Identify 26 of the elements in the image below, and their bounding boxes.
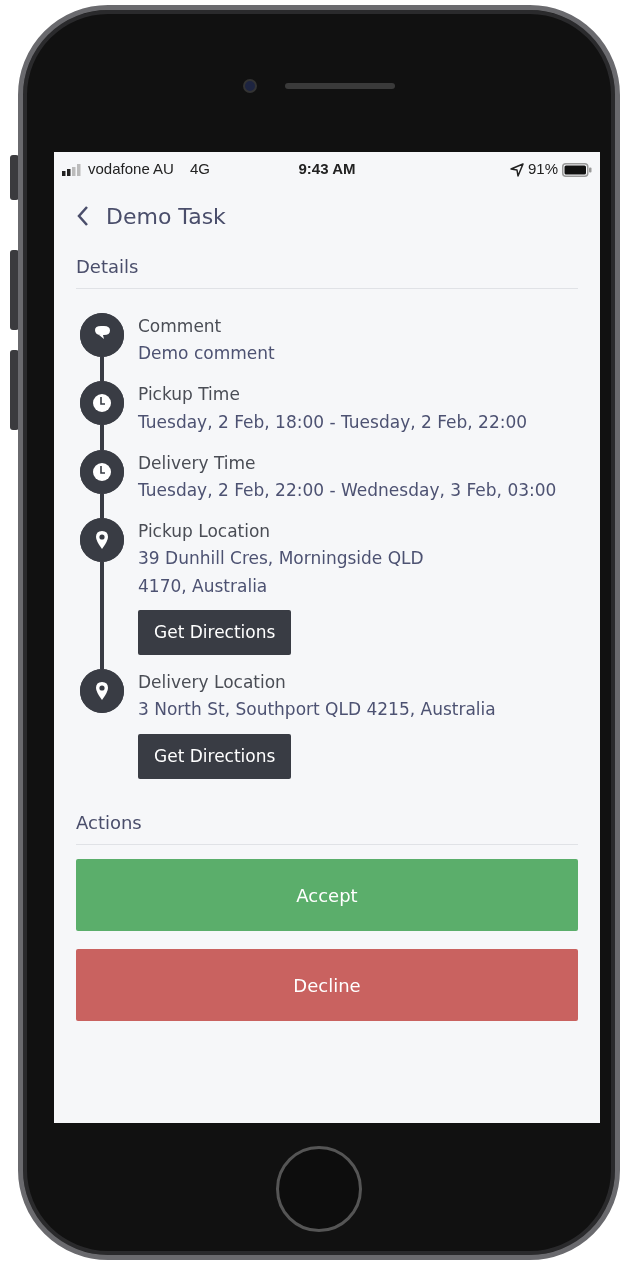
network-type: 4G	[189, 159, 210, 180]
decline-button[interactable]: Decline	[76, 949, 578, 1022]
directions-button[interactable]: Get Directions	[138, 609, 292, 656]
detail-label: Pickup Time	[138, 383, 241, 407]
detail-label: Comment	[138, 315, 223, 338]
detail-label: Delivery Location	[138, 671, 287, 695]
back-chevron-icon	[76, 205, 90, 227]
location-arrow-icon	[509, 162, 524, 177]
detail-value: 3 North St, Southport QLD 4215, Australia	[138, 698, 496, 722]
camera-icon	[243, 79, 257, 93]
section-heading: Details	[76, 253, 578, 289]
clock-time: 9:43 AM	[298, 159, 356, 180]
directions-button[interactable]: Get Directions	[138, 733, 292, 780]
battery-percent: 91%	[527, 159, 558, 180]
detail-label: Pickup Location	[138, 520, 272, 544]
back-button[interactable]	[76, 205, 90, 227]
section-heading: Actions	[76, 809, 578, 846]
carrier-name: vodafone AU	[88, 159, 174, 180]
detail-value: Tuesday, 2 Feb, 18:00 - Tuesday, 2 Feb, 22:00	[138, 410, 528, 434]
signal-icon	[62, 163, 84, 176]
page-title: Demo Task	[106, 202, 226, 231]
detail-value: 39 Dunhill Cres, Morningside QLD 4170, Australia	[138, 547, 424, 598]
battery-icon	[562, 162, 592, 177]
detail-value: Demo comment	[138, 342, 275, 366]
detail-value: Tuesday, 2 Feb, 22:00 - Wednesday, 3 Feb, 03:00	[138, 478, 557, 502]
detail-label: Delivery Time	[138, 451, 257, 475]
